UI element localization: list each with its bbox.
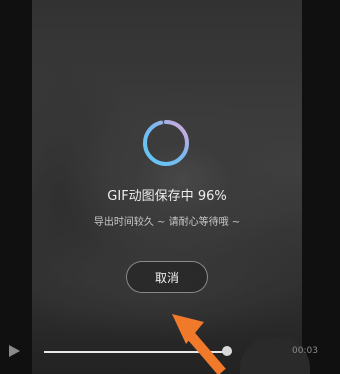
progress-percent: 96% [197, 189, 227, 204]
time-label: 00:03 [292, 346, 318, 356]
right-letterbox [302, 0, 340, 374]
loading-spinner-icon [143, 120, 189, 166]
seek-bar-fill [44, 351, 223, 353]
cancel-button[interactable]: 取消 [126, 261, 208, 293]
status-title-text: GIF动图保存中 [107, 189, 194, 204]
seek-handle[interactable] [222, 346, 232, 356]
wait-hint-text: 导出时间较久 ~ 请耐心等待哦 ~ [93, 217, 241, 228]
progress-arc [143, 120, 189, 166]
seek-bar[interactable] [44, 351, 232, 353]
export-progress-dialog: GIF动图保存中 96% 导出时间较久 ~ 请耐心等待哦 ~ 取消 [32, 0, 302, 374]
left-letterbox [0, 0, 32, 374]
gif-export-screen: GIF动图保存中 96% 导出时间较久 ~ 请耐心等待哦 ~ 取消 00:03 [0, 0, 340, 374]
play-icon[interactable] [7, 344, 21, 358]
export-status-title: GIF动图保存中 96% [32, 185, 302, 204]
